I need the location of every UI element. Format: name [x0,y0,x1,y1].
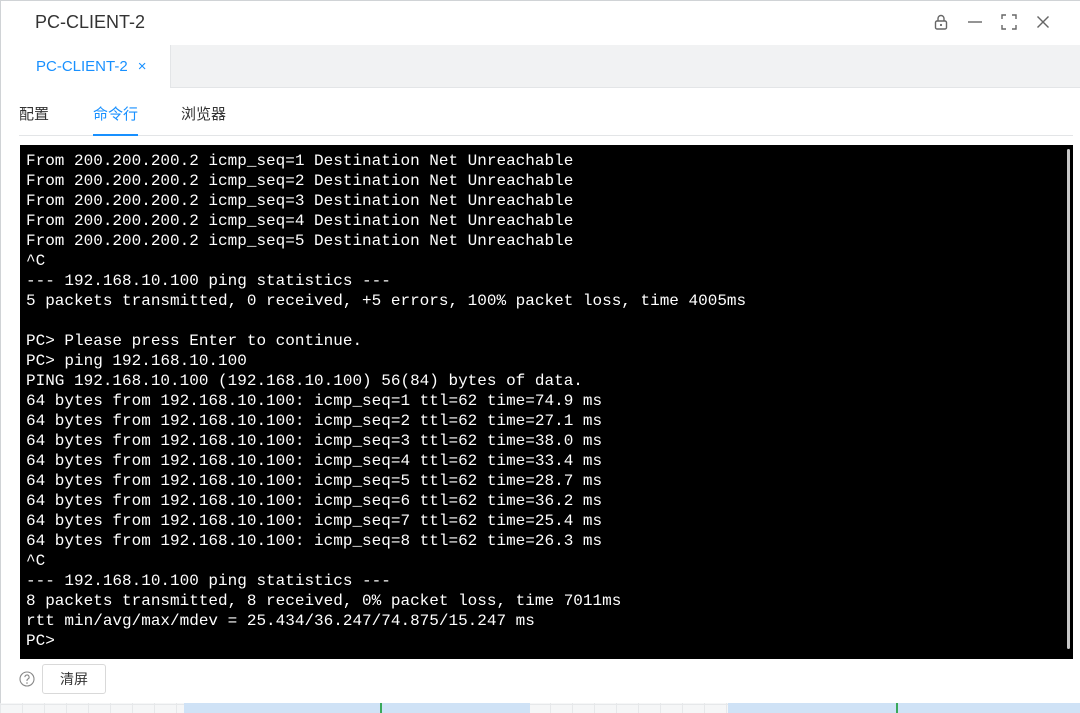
terminal-output: From 200.200.200.2 icmp_seq=1 Destinatio… [26,151,746,651]
maximize-icon[interactable] [998,11,1020,33]
terminal-line: 64 bytes from 192.168.10.100: icmp_seq=4… [26,452,603,470]
tab-close-icon[interactable]: × [138,58,147,75]
help-circle-icon[interactable] [19,671,35,687]
terminal-line: 64 bytes from 192.168.10.100: icmp_seq=7… [26,512,603,530]
terminal-scrollbar[interactable] [1065,145,1073,659]
tab-label: PC-CLIENT-2 [36,58,128,75]
terminal-line: From 200.200.200.2 icmp_seq=5 Destinatio… [26,232,574,250]
terminal-line: 64 bytes from 192.168.10.100: icmp_seq=6… [26,492,603,510]
terminal-line: PING 192.168.10.100 (192.168.10.100) 56(… [26,372,583,390]
tab-browser[interactable]: 浏览器 [181,105,226,135]
terminal-line: 5 packets transmitted, 0 received, +5 er… [26,292,747,310]
terminal-line: 64 bytes from 192.168.10.100: icmp_seq=1… [26,392,603,410]
clear-screen-button[interactable]: 清屏 [42,664,106,694]
terminal-line: 64 bytes from 192.168.10.100: icmp_seq=5… [26,472,603,490]
close-icon[interactable] [1032,11,1054,33]
tab-command-line[interactable]: 命令行 [93,105,139,136]
terminal-line: PC> [26,632,55,650]
terminal-console[interactable]: From 200.200.200.2 icmp_seq=1 Destinatio… [20,145,1073,659]
terminal-line: From 200.200.200.2 icmp_seq=4 Destinatio… [26,212,574,230]
window-title: PC-CLIENT-2 [35,12,146,32]
terminal-line: From 200.200.200.2 icmp_seq=1 Destinatio… [26,152,574,170]
scrollbar-thumb[interactable] [1067,149,1070,649]
background-link-line [896,703,898,713]
tab-pc-client-2[interactable]: PC-CLIENT-2 × [11,45,171,88]
terminal-line: 64 bytes from 192.168.10.100: icmp_seq=8… [26,532,603,550]
terminal-line: --- 192.168.10.100 ping statistics --- [26,572,391,590]
terminal-line: PC> Please press Enter to continue. [26,332,363,350]
terminal-line: From 200.200.200.2 icmp_seq=2 Destinatio… [26,172,574,190]
document-tab-strip: PC-CLIENT-2 × [11,45,1080,88]
terminal-line: 64 bytes from 192.168.10.100: icmp_seq=3… [26,432,603,450]
terminal-line: --- 192.168.10.100 ping statistics --- [26,272,391,290]
background-link-line [380,703,382,713]
window-controls [930,11,1054,33]
terminal-line: ^C [26,552,46,570]
terminal-line: 64 bytes from 192.168.10.100: icmp_seq=2… [26,412,603,430]
background-node-strip [728,703,1080,713]
terminal-line: 8 packets transmitted, 8 received, 0% pa… [26,592,622,610]
tab-config[interactable]: 配置 [19,105,49,135]
device-window: PC-CLIENT-2 PC-CLIENT-2 × 配置 命令行 浏览器 Fro… [0,0,1080,703]
terminal-line: From 200.200.200.2 icmp_seq=3 Destinatio… [26,192,574,210]
terminal-line: PC> ping 192.168.10.100 [26,352,247,370]
terminal-footer: 清屏 [19,663,106,695]
window-titlebar[interactable]: PC-CLIENT-2 [1,1,1080,45]
lock-icon[interactable] [930,11,952,33]
terminal-line: rtt min/avg/max/mdev = 25.434/36.247/74.… [26,612,535,630]
device-subtabs: 配置 命令行 浏览器 [19,105,1073,136]
minimize-icon[interactable] [964,11,986,33]
terminal-line: ^C [26,252,46,270]
background-node-strip [184,703,530,713]
